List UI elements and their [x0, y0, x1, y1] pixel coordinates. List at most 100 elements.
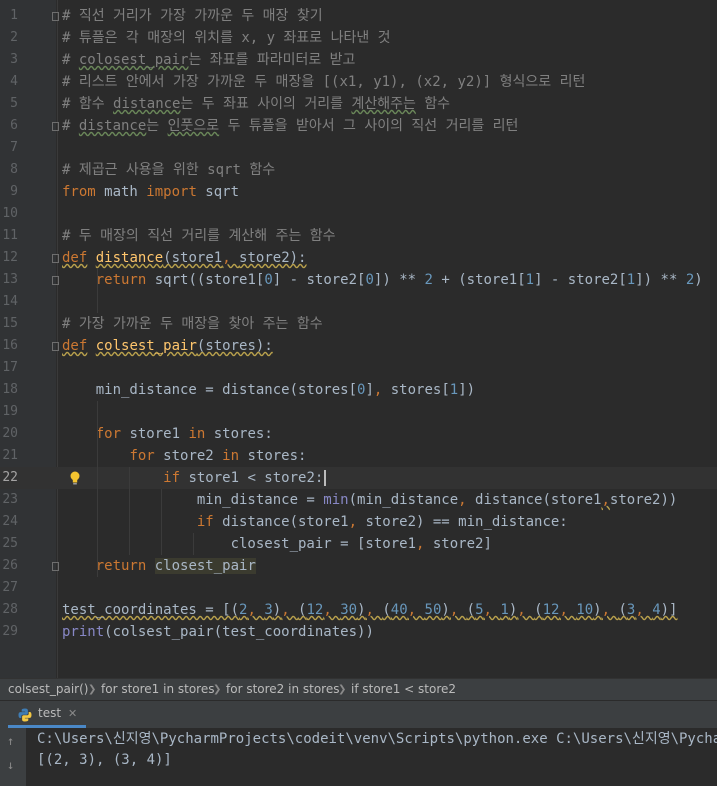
chevron-right-icon: ❯	[338, 684, 347, 695]
line-number: 13	[2, 272, 18, 287]
fold-marker-icon[interactable]	[52, 562, 59, 571]
code-text: # 튜플은 각 매장의 위치를 x, y 좌표로 나타낸 것	[62, 30, 391, 46]
breadcrumb-item-if[interactable]: if store1 < store2	[351, 679, 456, 700]
line-number: 19	[2, 404, 18, 419]
line-number: 8	[10, 162, 18, 177]
line-number: 18	[2, 382, 18, 397]
code-line[interactable]: 22 if store1 < store2:	[0, 467, 717, 489]
fold-marker-icon[interactable]	[52, 12, 59, 21]
code-text: # colosest_pair는 좌표를 파라미터로 받고	[62, 52, 356, 68]
code-line[interactable]: 6 # distance는 인풋으로 두 튜플을 받아서 그 사이의 직선 거리를…	[0, 115, 717, 137]
code-line[interactable]: 15 # 가장 가까운 두 매장을 찾아 주는 함수	[0, 313, 717, 335]
code-line[interactable]: 9 from math import sqrt	[0, 181, 717, 203]
code-line[interactable]: 1 # 직선 거리가 가장 가까운 두 매장 찾기	[0, 5, 717, 27]
run-tab-label: test	[38, 706, 62, 720]
line-number: 29	[2, 624, 18, 639]
breadcrumb-item-inner-loop[interactable]: for store2 in stores	[226, 679, 339, 700]
code-text: if distance(store1, store2) == min_dista…	[196, 514, 568, 530]
text-caret	[324, 470, 327, 486]
close-icon[interactable]: ✕	[68, 701, 77, 726]
indent-guide	[193, 533, 194, 555]
code-line[interactable]: 29 print(colsest_pair(test_coordinates))	[0, 621, 717, 643]
code-text: test_coordinates = [(2, 3), (12, 30), (4…	[62, 602, 678, 618]
code-text: closest_pair = [store1, store2]	[62, 536, 492, 552]
line-number: 6	[10, 118, 18, 133]
code-line[interactable]: 19	[0, 401, 717, 423]
arrow-up-icon[interactable]: ↑	[7, 734, 14, 748]
code-line[interactable]: 5 # 함수 distance는 두 좌표 사이의 거리를 계산해주는 함수	[0, 93, 717, 115]
breadcrumb: colsest_pair() ❯ for store1 in stores ❯ …	[0, 678, 717, 700]
line-number: 1	[10, 8, 18, 23]
code-editor[interactable]: 1 # 직선 거리가 가장 가까운 두 매장 찾기 2 # 튜플은 각 매장의 위치를…	[0, 0, 717, 678]
indent-guide	[97, 401, 98, 577]
console-output-line: C:\Users\신지영\PycharmProjects\codeit\venv…	[37, 731, 717, 747]
code-text: # 제곱근 사용을 위한 sqrt 함수	[62, 162, 276, 178]
code-text: def distance(store1, store2):	[62, 250, 307, 266]
code-line[interactable]: 21 for store2 in stores:	[0, 445, 717, 467]
code-text: return closest_pair	[95, 558, 256, 574]
arrow-down-icon[interactable]: ↓	[7, 758, 14, 772]
code-line[interactable]: 12 def distance(store1, store2):	[0, 247, 717, 269]
code-text: def colsest_pair(stores):	[62, 338, 273, 354]
code-text: # 두 매장의 직선 거리를 계산해 주는 함수	[62, 228, 336, 244]
fold-marker-icon[interactable]	[52, 342, 59, 351]
code-line[interactable]: 7	[0, 137, 717, 159]
fold-marker-icon[interactable]	[52, 122, 59, 131]
line-number: 5	[10, 96, 18, 111]
code-line[interactable]: 20 for store1 in stores:	[0, 423, 717, 445]
code-text: print(colsest_pair(test_coordinates))	[62, 624, 374, 640]
console-output-line: [(2, 3), (3, 4)]	[37, 752, 172, 768]
code-line[interactable]: 16 def colsest_pair(stores):	[0, 335, 717, 357]
code-line[interactable]: 11 # 두 매장의 직선 거리를 계산해 주는 함수	[0, 225, 717, 247]
code-text: # 함수 distance는 두 좌표 사이의 거리를 계산해주는 함수	[62, 96, 451, 112]
line-number: 12	[2, 250, 18, 265]
code-text: if store1 < store2:	[62, 467, 327, 489]
indent-guide	[161, 489, 162, 555]
code-line[interactable]: 25 closest_pair = [store1, store2]	[0, 533, 717, 555]
code-line[interactable]: 4 # 리스트 안에서 가장 가까운 두 매장을 [(x1, y1), (x2, …	[0, 71, 717, 93]
run-tool-window-header: test ✕	[0, 700, 717, 728]
code-line[interactable]: 27	[0, 577, 717, 599]
code-line[interactable]: 2 # 튜플은 각 매장의 위치를 x, y 좌표로 나타낸 것	[0, 27, 717, 49]
code-text: # distance는 인풋으로 두 튜플을 받아서 그 사이의 직선 거리를 …	[62, 118, 519, 134]
code-line[interactable]: 3 # colosest_pair는 좌표를 파라미터로 받고	[0, 49, 717, 71]
line-number: 15	[2, 316, 18, 331]
code-text: for store1 in stores:	[95, 426, 273, 442]
line-number: 27	[2, 580, 18, 595]
line-number: 7	[10, 140, 18, 155]
breadcrumb-item-outer-loop[interactable]: for store1 in stores	[101, 679, 214, 700]
fold-marker-icon[interactable]	[52, 254, 59, 263]
code-line[interactable]: 18 min_distance = distance(stores[0], st…	[0, 379, 717, 401]
code-line[interactable]: 10	[0, 203, 717, 225]
line-number: 26	[2, 558, 18, 573]
line-number: 17	[2, 360, 18, 375]
code-text: for store2 in stores:	[129, 448, 307, 464]
run-tab-test[interactable]: test ✕	[8, 701, 86, 728]
line-number: 21	[2, 448, 18, 463]
line-number: 20	[2, 426, 18, 441]
run-console[interactable]: ↑ ↓ C:\Users\신지영\PycharmProjects\codeit\…	[0, 728, 717, 786]
fold-marker-icon[interactable]	[52, 276, 59, 285]
code-line[interactable]: 23 min_distance = min(min_distance, dist…	[0, 489, 717, 511]
code-text: # 리스트 안에서 가장 가까운 두 매장을 [(x1, y1), (x2, y…	[62, 74, 586, 90]
code-line[interactable]: 8 # 제곱근 사용을 위한 sqrt 함수	[0, 159, 717, 181]
code-text: # 가장 가까운 두 매장을 찾아 주는 함수	[62, 316, 323, 332]
line-number: 3	[10, 52, 18, 67]
line-number: 24	[2, 514, 18, 529]
code-line[interactable]: 17	[0, 357, 717, 379]
code-line[interactable]: 28 test_coordinates = [(2, 3), (12, 30), …	[0, 599, 717, 621]
indent-guide	[97, 269, 98, 313]
line-number: 9	[10, 184, 18, 199]
breadcrumb-item-function[interactable]: colsest_pair()	[8, 679, 88, 700]
code-line[interactable]: 13 return sqrt((store1[0] - store2[0]) *…	[0, 269, 717, 291]
line-number: 28	[2, 602, 18, 617]
indent-guide	[129, 467, 130, 555]
code-line[interactable]: 14	[0, 291, 717, 313]
line-number: 11	[2, 228, 18, 243]
line-number: 23	[2, 492, 18, 507]
code-text: from math import sqrt	[62, 184, 240, 200]
line-number: 2	[10, 30, 18, 45]
code-line[interactable]: 26 return closest_pair	[0, 555, 717, 577]
code-line[interactable]: 24 if distance(store1, store2) == min_di…	[0, 511, 717, 533]
chevron-right-icon: ❯	[88, 684, 97, 695]
